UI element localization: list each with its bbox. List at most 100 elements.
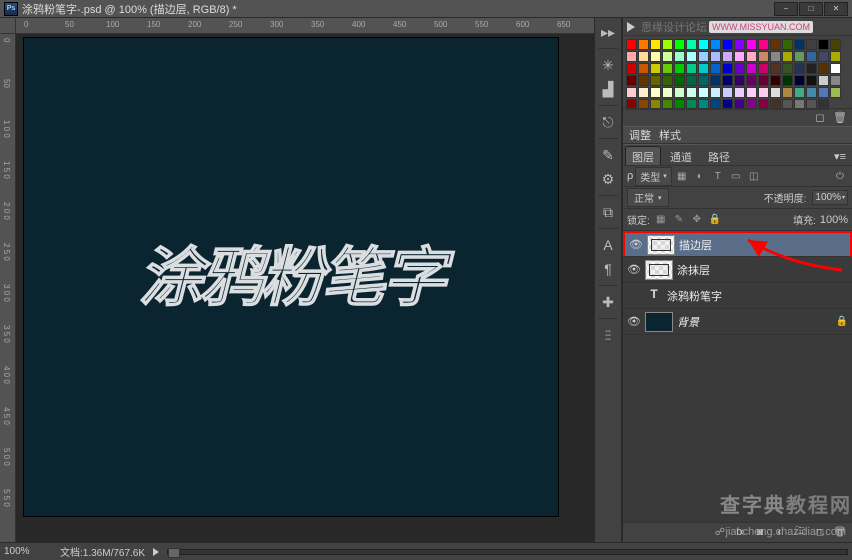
swatch[interactable]: [770, 39, 781, 50]
swatch[interactable]: [806, 39, 817, 50]
doc-size-label[interactable]: 文档:1.36M/767.6K: [60, 544, 145, 559]
tab-adjustments[interactable]: 调整: [629, 127, 651, 143]
clone-source-icon[interactable]: ⧉: [598, 202, 618, 222]
fill-value[interactable]: 100%: [820, 214, 848, 226]
swatch[interactable]: [794, 63, 805, 74]
swatch[interactable]: [782, 75, 793, 86]
layer-name[interactable]: 涂抹层: [677, 262, 848, 278]
filter-shape-icon[interactable]: ▭: [728, 168, 744, 184]
zoom-level[interactable]: 100%: [4, 546, 52, 557]
swatch[interactable]: [710, 63, 721, 74]
scrollbar-horizontal[interactable]: [167, 549, 848, 555]
swatch[interactable]: [626, 75, 637, 86]
tab-paths[interactable]: 路径: [701, 146, 737, 167]
delete-swatch-button[interactable]: 🗑: [832, 111, 848, 125]
play-icon[interactable]: [627, 22, 635, 32]
filter-toggle-icon[interactable]: ⏻: [832, 168, 848, 184]
layer-row[interactable]: 👁描边层: [623, 231, 852, 257]
swatch[interactable]: [626, 63, 637, 74]
swatch[interactable]: [806, 63, 817, 74]
swatch[interactable]: [830, 39, 841, 50]
swatch[interactable]: [758, 75, 769, 86]
swatch[interactable]: [686, 39, 697, 50]
swatch[interactable]: [770, 51, 781, 62]
maximize-button[interactable]: □: [799, 2, 823, 16]
swatch[interactable]: [638, 39, 649, 50]
swatch[interactable]: [674, 39, 685, 50]
filter-smart-icon[interactable]: ◫: [746, 168, 762, 184]
scrollbar-handle[interactable]: [168, 548, 180, 558]
swatch[interactable]: [674, 63, 685, 74]
visibility-toggle[interactable]: 👁: [627, 263, 641, 276]
ruler-horizontal[interactable]: 050100150200250300350400450500550600650: [16, 18, 594, 34]
info-icon[interactable]: ✚: [598, 292, 618, 312]
swatch[interactable]: [734, 63, 745, 74]
swatch[interactable]: [626, 39, 637, 50]
swatch[interactable]: [710, 39, 721, 50]
swatch[interactable]: [830, 51, 841, 62]
swatch[interactable]: [626, 51, 637, 62]
lock-pixels-icon[interactable]: ✎: [672, 213, 686, 227]
swatch[interactable]: [770, 87, 781, 98]
swatch[interactable]: [722, 39, 733, 50]
layer-name[interactable]: 描边层: [679, 237, 846, 253]
brush-icon[interactable]: ✎: [598, 145, 618, 165]
swatch[interactable]: [674, 51, 685, 62]
lock-transparency-icon[interactable]: ▦: [654, 213, 668, 227]
swatch[interactable]: [698, 39, 709, 50]
swatch[interactable]: [722, 87, 733, 98]
color-panel-icon[interactable]: ●●●●●●●●●: [598, 325, 618, 345]
swatch[interactable]: [650, 51, 661, 62]
histogram-icon[interactable]: ▟: [598, 79, 618, 99]
swatch[interactable]: [758, 63, 769, 74]
swatch[interactable]: [674, 87, 685, 98]
swatch[interactable]: [794, 87, 805, 98]
swatch[interactable]: [662, 63, 673, 74]
swatch[interactable]: [782, 51, 793, 62]
swatch[interactable]: [758, 87, 769, 98]
swatch[interactable]: [662, 87, 673, 98]
canvas-viewport[interactable]: 涂鸦粉笔字: [16, 34, 594, 542]
tab-channels[interactable]: 通道: [663, 146, 699, 167]
swatch[interactable]: [758, 51, 769, 62]
character-icon[interactable]: A: [598, 235, 618, 255]
layer-thumbnail[interactable]: [647, 235, 675, 255]
swatch[interactable]: [818, 87, 829, 98]
swatch[interactable]: [746, 63, 757, 74]
wheel-icon[interactable]: ✳: [598, 55, 618, 75]
swatch[interactable]: [782, 39, 793, 50]
swatch[interactable]: [686, 63, 697, 74]
visibility-toggle[interactable]: 👁: [627, 289, 641, 302]
swatch[interactable]: [662, 39, 673, 50]
swatch[interactable]: [782, 63, 793, 74]
swatch[interactable]: [710, 51, 721, 62]
swatch[interactable]: [710, 75, 721, 86]
swatch[interactable]: [806, 51, 817, 62]
swatch[interactable]: [650, 63, 661, 74]
visibility-toggle[interactable]: 👁: [627, 315, 641, 328]
lock-all-icon[interactable]: 🔒: [708, 213, 722, 227]
swatch[interactable]: [758, 39, 769, 50]
swatch[interactable]: [650, 87, 661, 98]
canvas-document[interactable]: 涂鸦粉笔字: [24, 38, 558, 516]
blend-mode-select[interactable]: 正常: [627, 188, 669, 207]
swatch[interactable]: [638, 75, 649, 86]
layer-name[interactable]: 背景: [677, 314, 832, 330]
swatch[interactable]: [710, 87, 721, 98]
swatch[interactable]: [698, 75, 709, 86]
swatch[interactable]: [830, 63, 841, 74]
tab-styles[interactable]: 样式: [659, 127, 681, 143]
filter-kind-select[interactable]: 类型: [635, 167, 672, 186]
swatch[interactable]: [806, 75, 817, 86]
swatch[interactable]: [782, 87, 793, 98]
swatch[interactable]: [686, 87, 697, 98]
brush-settings-icon[interactable]: ⚙: [598, 169, 618, 189]
swatch[interactable]: [818, 63, 829, 74]
swatch[interactable]: [746, 87, 757, 98]
minimize-button[interactable]: −: [774, 2, 798, 16]
swatch[interactable]: [794, 75, 805, 86]
swatch[interactable]: [638, 87, 649, 98]
swatch[interactable]: [626, 87, 637, 98]
swatch[interactable]: [746, 51, 757, 62]
layer-row[interactable]: 👁T涂鸦粉笔字: [623, 283, 852, 309]
